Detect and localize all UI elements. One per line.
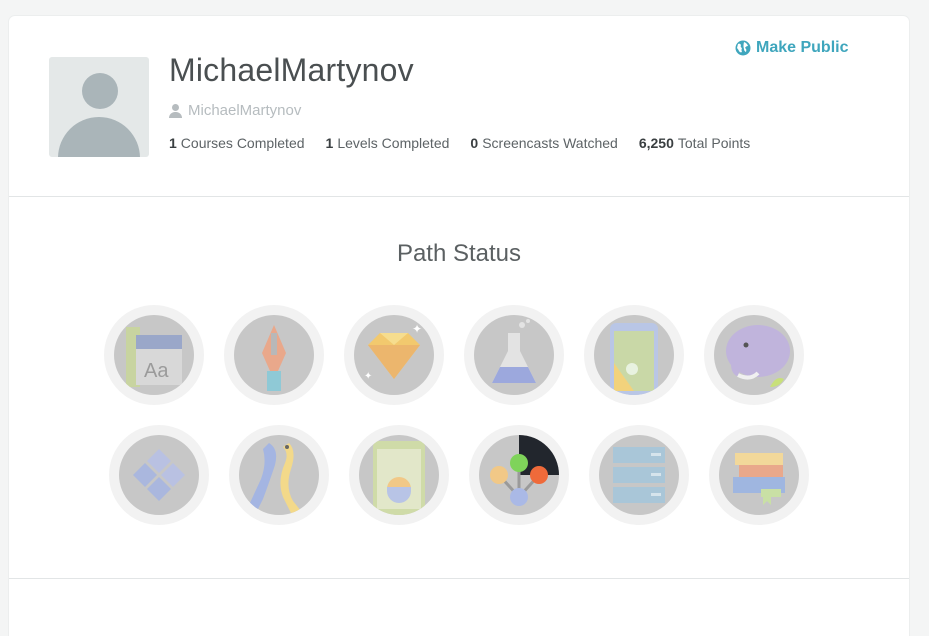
badge-tiles[interactable] xyxy=(109,425,209,525)
badge-books[interactable] xyxy=(709,425,809,525)
books-stack-icon xyxy=(733,453,785,505)
database-server-icon xyxy=(613,447,665,503)
svg-text:Aa: Aa xyxy=(144,360,169,382)
make-public-label: Make Public xyxy=(756,39,849,56)
badge-molecule[interactable] xyxy=(469,425,569,525)
svg-text:✦: ✦ xyxy=(364,371,372,382)
badge-ruby[interactable]: ✦ ✦ xyxy=(344,305,444,405)
avatar-head xyxy=(82,73,118,109)
php-elephant-icon xyxy=(726,325,790,387)
badge-android[interactable] xyxy=(349,425,449,525)
profile-name: MichaelMartynov xyxy=(169,52,414,88)
profile-card: MichaelMartynov MichaelMartynov 1 Courses… xyxy=(9,16,909,636)
username-row: MichaelMartynov xyxy=(169,102,301,119)
header-divider xyxy=(9,196,909,197)
ruby-gem-icon: ✦ ✦ xyxy=(364,322,422,382)
badge-html-css[interactable]: Aa xyxy=(104,305,204,405)
molecule-nodes-icon xyxy=(490,435,559,506)
stat-levels-completed: 1 Levels Completed xyxy=(325,135,450,151)
badge-ios[interactable] xyxy=(584,305,684,405)
ios-touch-phone-icon xyxy=(610,323,658,395)
user-icon xyxy=(169,103,182,118)
stat-courses-completed: 1 Courses Completed xyxy=(169,135,305,151)
section-divider xyxy=(9,578,909,579)
python-snakes-icon xyxy=(249,443,301,513)
stat-total-points: 6,250 Total Points xyxy=(638,135,751,151)
badge-database[interactable] xyxy=(589,425,689,525)
pen-nib-design-icon xyxy=(262,325,286,391)
html-css-typography-icon: Aa xyxy=(126,327,182,387)
globe-icon xyxy=(735,40,751,56)
username-text: MichaelMartynov xyxy=(188,102,302,119)
badge-php[interactable] xyxy=(704,305,804,405)
avatar-body xyxy=(58,117,140,157)
diamond-tiles-icon xyxy=(133,449,185,501)
android-phone-icon xyxy=(373,441,425,515)
make-public-button[interactable]: Make Public xyxy=(735,39,848,57)
path-status-title: Path Status xyxy=(396,240,522,267)
badge-design[interactable] xyxy=(224,305,324,405)
stat-screencasts-watched: 0 Screencasts Watched xyxy=(470,135,618,151)
badge-chemistry[interactable] xyxy=(464,305,564,405)
badge-python[interactable] xyxy=(229,425,329,525)
profile-stats: 1 Courses Completed 1 Levels Completed 0 Sc… xyxy=(169,135,771,151)
svg-text:✦: ✦ xyxy=(412,322,422,336)
avatar xyxy=(49,57,149,157)
chemistry-flask-icon xyxy=(492,319,536,383)
